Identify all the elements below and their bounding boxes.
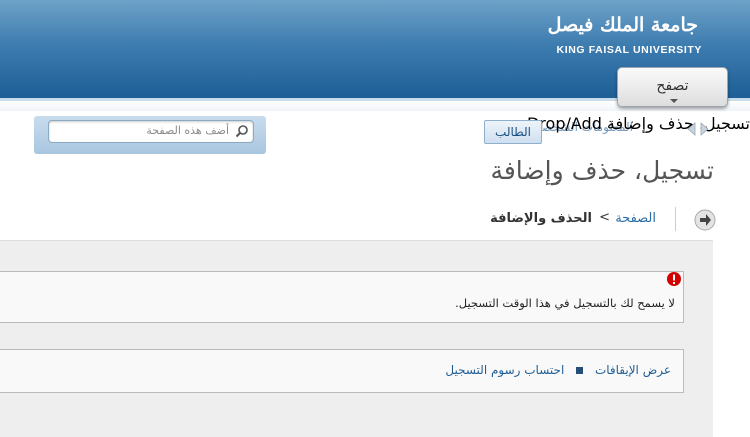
breadcrumb: الصفحة > الحذف والإضافة [416, 207, 716, 233]
view-holds-link[interactable]: عرض الإيقافات [595, 363, 671, 377]
chevron-down-icon [670, 99, 678, 103]
search-panel: أضف هذه الصفحة [34, 116, 266, 154]
breadcrumb-home-link[interactable]: الصفحة [615, 211, 656, 226]
breadcrumb-divider [675, 207, 676, 231]
action-links: عرض الإيقافات احتساب رسوم التسجيل [445, 363, 671, 377]
university-name-arabic: جامعة الملك فيصل [547, 14, 698, 36]
bullet-icon [576, 367, 584, 374]
breadcrumb-current: الحذف والإضافة [490, 211, 592, 226]
context-bar: المعلومات الشخصية تسجيل، حذف وإضافة Drop… [474, 114, 750, 146]
nav-arrows-icon[interactable] [686, 122, 710, 136]
calculate-fees-link[interactable]: احتساب رسوم التسجيل [445, 363, 564, 377]
search-icon[interactable] [235, 124, 249, 138]
page-name-overlay: تسجيل، حذف وإضافة Drop/Add [526, 114, 750, 133]
student-role-button[interactable]: الطالب [484, 120, 542, 144]
error-panel: لا يسمح لك بالتسجيل في هذا الوقت التسجيل… [0, 271, 684, 323]
search-placeholder: أضف هذه الصفحة [146, 124, 229, 137]
error-icon [667, 272, 681, 286]
breadcrumb-separator: > [599, 210, 610, 225]
browse-menu-button[interactable]: تصفح [617, 67, 728, 107]
browse-menu-label: تصفح [656, 78, 689, 94]
error-message: لا يسمح لك بالتسجيل في هذا الوقت التسجيل… [455, 296, 675, 310]
page-title: تسجيل، حذف وإضافة [490, 156, 714, 185]
actions-panel: عرض الإيقافات احتساب رسوم التسجيل [0, 349, 684, 393]
page-margin [713, 240, 750, 436]
arrow-right-icon[interactable] [694, 209, 716, 231]
search-input[interactable]: أضف هذه الصفحة [48, 120, 254, 143]
university-name-english: KING FAISAL UNIVERSITY [556, 44, 702, 56]
content-area: لا يسمح لك بالتسجيل في هذا الوقت التسجيل… [0, 240, 713, 437]
